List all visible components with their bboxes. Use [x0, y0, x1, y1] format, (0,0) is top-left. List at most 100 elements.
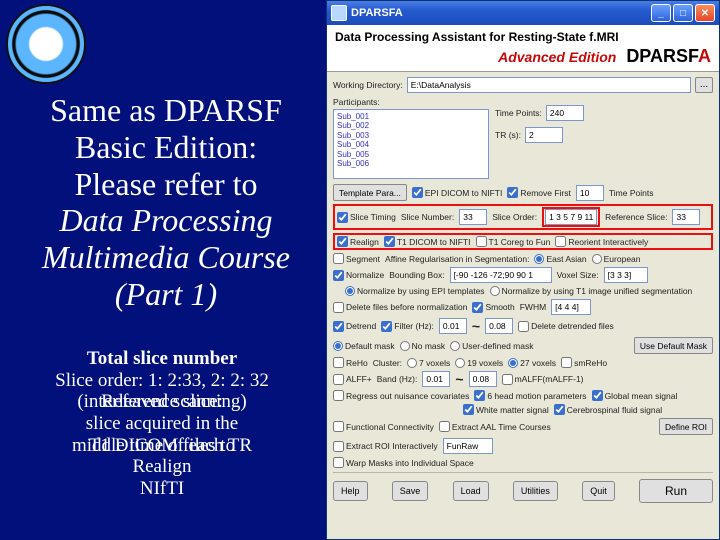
list-item[interactable]: Sub_003 — [337, 131, 485, 140]
participants-block: Participants: Sub_001 Sub_002 Sub_003 Su… — [333, 97, 713, 179]
checkbox-head-motion[interactable]: 6 head motion parameters — [474, 390, 586, 401]
input-filter-hi[interactable] — [485, 318, 513, 334]
checkbox-wm-signal[interactable]: White matter signal — [463, 404, 549, 415]
checkbox-extract-aal[interactable]: Extract AAL Time Courses — [439, 421, 551, 432]
input-slice-order[interactable] — [545, 209, 597, 225]
slide-h-l1: Same as DPARSF — [50, 92, 282, 128]
checkbox-t1-dicom[interactable]: T1 DICOM to NIFTI — [384, 236, 471, 247]
input-reference-slice[interactable] — [672, 209, 700, 225]
checkbox-reho[interactable]: ReHo — [333, 357, 368, 368]
radio-19voxels[interactable]: 19 voxels — [455, 358, 503, 368]
list-item[interactable]: Sub_001 — [337, 112, 485, 121]
label-tr: TR (s): — [495, 130, 521, 140]
radio-european[interactable]: European — [592, 254, 641, 264]
list-item[interactable]: Sub_002 — [337, 121, 485, 130]
radio-default-mask[interactable]: Default mask — [333, 341, 395, 351]
header-appname: DPARSFA — [626, 46, 711, 67]
radio-no-mask[interactable]: No mask — [400, 341, 446, 351]
maximize-button[interactable]: □ — [673, 4, 693, 22]
footer-row: Help Save Load Utilities Quit Run — [333, 479, 713, 503]
list-item[interactable]: Sub_005 — [337, 150, 485, 159]
radio-normalize-t1[interactable]: Normalize by using T1 image unified segm… — [490, 286, 693, 296]
slide-h-l3: Please refer to — [74, 166, 257, 202]
input-filter-lo[interactable] — [439, 318, 467, 334]
checkbox-extract-interact[interactable]: Extract ROI Interactively — [333, 441, 438, 452]
checkbox-epi2nifti[interactable]: EPI DICOM to NIFTI — [412, 187, 502, 198]
checkbox-filter[interactable]: Filter (Hz): — [381, 321, 434, 332]
input-slice-number[interactable] — [459, 209, 487, 225]
slide-h-l2: Basic Edition: — [75, 129, 257, 165]
checkbox-remove-first[interactable]: Remove First — [507, 187, 571, 198]
radio-7voxels[interactable]: 7 voxels — [407, 358, 450, 368]
slide-h-l4a: Data Processing — [59, 202, 272, 238]
list-item[interactable]: Sub_004 — [337, 140, 485, 149]
label-band: Band (Hz): — [377, 374, 418, 384]
logo-emblem — [6, 4, 86, 84]
label-affine-reg: Affine Regularisation in Segmentation: — [385, 254, 529, 264]
radio-east-asian[interactable]: East Asian — [534, 254, 586, 264]
note-l4: slice acquired in the — [86, 413, 238, 434]
label-reference-slice: Reference Slice: — [605, 212, 667, 222]
checkbox-delete-before-norm[interactable]: Delete files before normalization — [333, 302, 467, 313]
checkbox-normalize[interactable]: Normalize — [333, 270, 384, 281]
checkbox-delete-detrended[interactable]: Delete detrended files — [518, 321, 614, 332]
input-bounding-box[interactable] — [450, 267, 552, 283]
checkbox-warp-masks[interactable]: Warp Masks into Individual Space — [333, 457, 474, 468]
input-band-hi[interactable] — [469, 371, 497, 387]
use-default-mask-button[interactable]: Use Default Mask — [634, 337, 713, 354]
utilities-button[interactable]: Utilities — [513, 481, 558, 501]
checkbox-slice-timing[interactable]: Slice Timing — [337, 212, 396, 223]
run-button[interactable]: Run — [639, 479, 713, 503]
input-fwhm[interactable] — [551, 299, 591, 315]
participants-list[interactable]: Sub_001 Sub_002 Sub_003 Sub_004 Sub_005 … — [333, 109, 489, 179]
checkbox-regress-cov[interactable]: Regress out nuisance covariates — [333, 390, 469, 401]
checkbox-realign[interactable]: Realign — [337, 236, 379, 247]
checkbox-global-signal[interactable]: Global mean signal — [592, 390, 678, 401]
checkbox-smreho[interactable]: smReHo — [561, 357, 607, 368]
checkbox-detrend[interactable]: Detrend — [333, 321, 376, 332]
label-fwhm: FWHM — [520, 302, 546, 312]
input-funraw[interactable] — [443, 438, 493, 454]
load-button[interactable]: Load — [453, 481, 489, 501]
template-button[interactable]: Template Para... — [333, 184, 407, 201]
input-tr[interactable] — [525, 127, 563, 143]
quit-button[interactable]: Quit — [582, 481, 615, 501]
note-l1: Total slice number — [87, 348, 237, 369]
tilde-icon: ~ — [472, 318, 480, 334]
tilde-icon: ~ — [455, 371, 463, 387]
help-button[interactable]: Help — [333, 481, 368, 501]
app-window: DPARSFA _ □ ✕ Data Processing Assistant … — [326, 0, 720, 540]
checkbox-csf-signal[interactable]: Cerebrospinal fluid signal — [554, 404, 662, 415]
input-working-dir[interactable] — [407, 77, 691, 93]
radio-user-mask[interactable]: User-defined mask — [450, 341, 533, 351]
slide-left-panel: Same as DPARSF Basic Edition: Please ref… — [0, 0, 320, 540]
checkbox-smooth[interactable]: Smooth — [472, 302, 514, 313]
save-button[interactable]: Save — [392, 481, 429, 501]
define-roi-button[interactable]: Define ROI — [659, 418, 713, 435]
radio-normalize-epi[interactable]: Normalize by using EPI templates — [345, 286, 485, 296]
form-body: Working Directory: ... Participants: Sub… — [327, 72, 719, 509]
slide-h-l4c: (Part 1) — [115, 276, 217, 312]
close-button[interactable]: ✕ — [695, 4, 715, 22]
list-item[interactable]: Sub_006 — [337, 159, 485, 168]
input-voxel-size[interactable] — [604, 267, 648, 283]
input-band-lo[interactable] — [422, 371, 450, 387]
checkbox-t1-coreg[interactable]: T1 Coreg to Fun — [476, 236, 551, 247]
checkbox-reorient[interactable]: Reorient Interactively — [555, 236, 648, 247]
label-cluster: Cluster: — [373, 358, 402, 368]
header-advanced: Advanced Edition — [498, 49, 616, 65]
title-bar[interactable]: DPARSFA _ □ ✕ — [327, 1, 719, 25]
minimize-button[interactable]: _ — [651, 4, 671, 22]
radio-27voxels[interactable]: 27 voxels — [508, 358, 556, 368]
app-icon — [331, 5, 347, 21]
checkbox-segment[interactable]: Segment — [333, 253, 380, 264]
input-remove-first[interactable] — [576, 185, 604, 201]
input-time-points[interactable] — [546, 105, 584, 121]
app-header: Data Processing Assistant for Resting-St… — [327, 25, 719, 72]
browse-button[interactable]: ... — [695, 77, 713, 93]
checkbox-alff[interactable]: ALFF+ — [333, 374, 372, 385]
checkbox-func-conn[interactable]: Functional Connectivity — [333, 421, 434, 432]
row-working-dir: Working Directory: ... — [333, 77, 713, 93]
checkbox-malff[interactable]: mALFF(mALFF-1) — [502, 374, 584, 385]
note-l6: Realign — [132, 456, 191, 477]
